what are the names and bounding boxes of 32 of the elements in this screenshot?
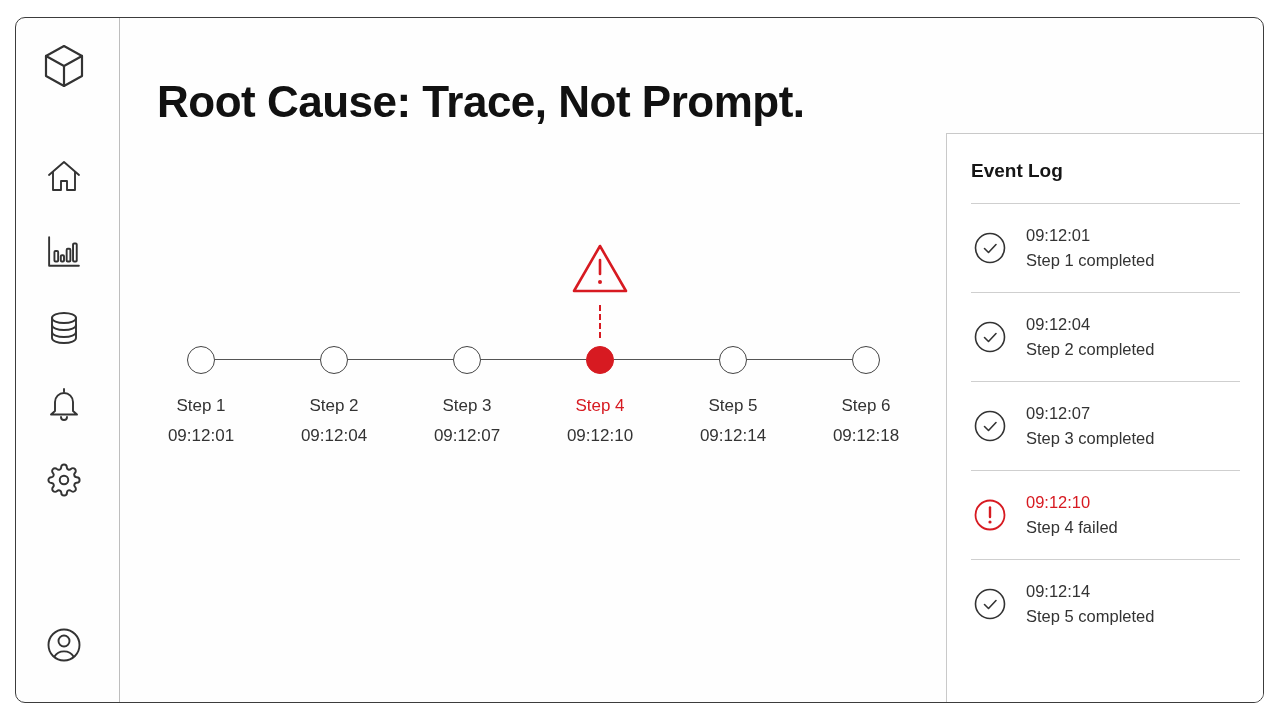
event-time: 09:12:04 [1026, 313, 1091, 335]
step-label: Step 6 [841, 395, 891, 416]
step-time: 09:12:18 [832, 425, 900, 446]
step-label: Step 5 [708, 395, 758, 416]
warning-icon [572, 242, 628, 295]
step-time: 09:12:10 [566, 425, 634, 446]
cube-logo-icon [44, 44, 84, 88]
event-time: 09:12:07 [1026, 402, 1091, 424]
event-time: 09:12:10 [1026, 491, 1091, 513]
step-time: 09:12:14 [699, 425, 767, 446]
gear-icon[interactable] [47, 463, 81, 497]
bell-icon[interactable] [47, 387, 81, 421]
step-time: 09:12:01 [167, 425, 235, 446]
step-time: 09:12:07 [433, 425, 501, 446]
bar-chart-icon[interactable] [47, 235, 81, 269]
user-avatar-icon[interactable] [47, 628, 81, 662]
step-label: Step 3 [442, 395, 492, 416]
event-message: Step 3 completed [1026, 427, 1155, 449]
dashed-line [599, 304, 601, 338]
event-message: Step 2 completed [1026, 338, 1155, 360]
panel-title: Event Log [971, 158, 1063, 183]
event-time: 09:12:01 [1026, 224, 1091, 246]
step-label: Step 4 [575, 395, 625, 416]
step-label: Step 2 [309, 395, 359, 416]
event-message: Step 4 failed [1026, 516, 1118, 538]
event-time: 09:12:14 [1026, 580, 1091, 602]
home-icon[interactable] [47, 159, 81, 193]
step-time: 09:12:04 [300, 425, 368, 446]
page-title: Root Cause: Trace, Not Prompt. [157, 76, 805, 128]
event-message: Step 1 completed [1026, 249, 1155, 271]
step-label: Step 1 [176, 395, 226, 416]
event-message: Step 5 completed [1026, 605, 1155, 627]
